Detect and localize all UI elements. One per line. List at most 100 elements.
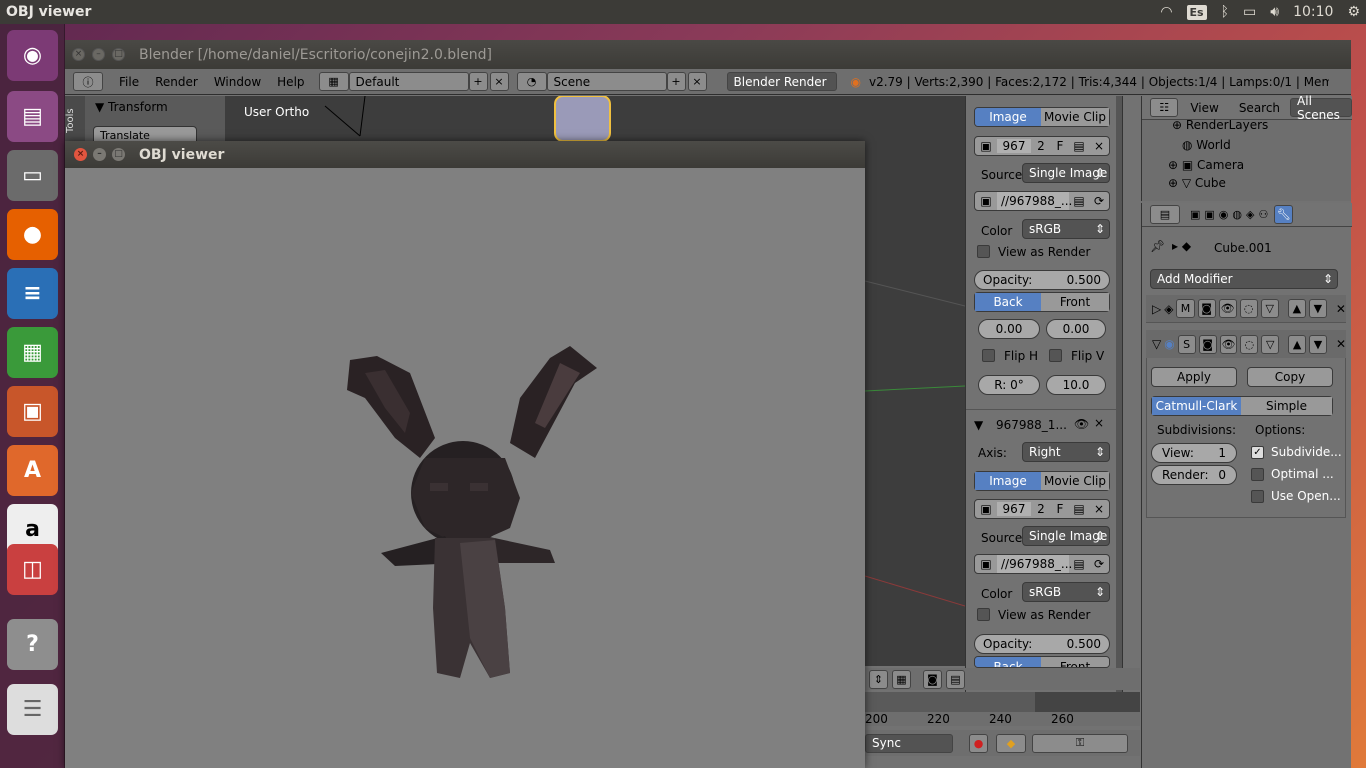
apply-button[interactable]: Apply (1151, 367, 1237, 387)
sync-dropdown[interactable]: Sync (865, 733, 953, 753)
use-opensubdiv-checkbox[interactable] (1251, 490, 1264, 503)
keyboard-layout-indicator[interactable]: Es (1186, 4, 1207, 20)
browse-file-icon[interactable]: ▤ (1069, 194, 1089, 208)
collapse-arrow-icon[interactable]: ▽ (1152, 337, 1161, 351)
remove-image-icon[interactable]: × (1094, 416, 1104, 430)
subdivide-uvs-checkbox[interactable]: ✓ (1251, 446, 1264, 459)
menu-file[interactable]: File (119, 75, 139, 89)
copy-button[interactable]: Copy (1247, 367, 1333, 387)
pin-icon[interactable]: 📌︎ (1150, 239, 1165, 253)
layout-icon[interactable]: ▦ (318, 72, 349, 91)
modifier-2-name[interactable]: S (1177, 334, 1196, 354)
remove-modifier-icon[interactable]: ✕ (1336, 337, 1346, 351)
unlink-image-icon[interactable]: × (1089, 502, 1109, 516)
flip-v-checkbox[interactable] (1049, 349, 1062, 362)
outliner-editor-icon[interactable]: ☷ (1150, 98, 1179, 117)
outliner-item-renderlayers[interactable]: ⊕ RenderLayers (1172, 118, 1268, 132)
tab-tools[interactable]: Tools (65, 96, 85, 146)
image-users-count[interactable]: 2 (1031, 502, 1051, 516)
offset-y-field[interactable]: 0.00 (1046, 319, 1106, 339)
transform-section-header[interactable]: ▼ Transform (95, 100, 168, 114)
settings-gear-icon[interactable]: ⚙ (1347, 4, 1360, 20)
tab-back-1[interactable]: Back (975, 293, 1042, 311)
reload-icon[interactable]: ⟳ (1089, 194, 1109, 208)
optimal-display-checkbox[interactable] (1251, 468, 1264, 481)
editmode-toggle-icon[interactable]: ◌ (1239, 299, 1258, 318)
filepath-field-1[interactable]: //967988_... (997, 192, 1072, 210)
outliner-menu-view[interactable]: View (1190, 101, 1218, 115)
modifier-tab-wrench-icon[interactable]: 🔧︎ (1274, 205, 1294, 224)
minimize-icon[interactable]: – (92, 48, 105, 61)
outliner-item-camera[interactable]: ⊕ ▣ Camera (1168, 158, 1244, 172)
menu-window[interactable]: Window (214, 75, 261, 89)
source-dropdown-2[interactable]: Single Image ⇕ (1022, 526, 1110, 546)
close-icon[interactable]: × (74, 148, 87, 161)
move-up-icon[interactable]: ▲ (1287, 299, 1306, 318)
outliner-item-cube[interactable]: ⊕ ▽ Cube (1168, 176, 1226, 188)
maximize-icon[interactable]: □ (112, 148, 125, 161)
expand-arrow-icon[interactable]: ▷ (1152, 302, 1161, 316)
opacity-slider-1[interactable]: Opacity: 0.500 (974, 270, 1110, 290)
rotation-field[interactable]: R: 0° (978, 375, 1040, 395)
filepath-field-2[interactable]: //967988_... (997, 555, 1072, 573)
color-space-dropdown-2[interactable]: sRGB ⇕ (1022, 582, 1110, 602)
editmode-toggle-icon[interactable]: ◌ (1240, 334, 1259, 354)
clock[interactable]: 10:10 (1293, 4, 1333, 20)
close-icon[interactable]: × (72, 48, 85, 61)
render-toggle-icon[interactable]: ◙ (1197, 299, 1216, 318)
view-as-render-checkbox-1[interactable] (977, 245, 990, 258)
tab-image-1[interactable]: Image (975, 108, 1042, 126)
cage-toggle-icon[interactable]: ▽ (1261, 334, 1280, 354)
add-modifier-dropdown[interactable]: Add Modifier ⇕ (1150, 269, 1338, 289)
fake-user-toggle[interactable]: F (1051, 139, 1069, 153)
render-toggle-icon[interactable]: ◙ (1198, 334, 1217, 354)
image-users-count[interactable]: 2 (1031, 139, 1051, 153)
browse-file-icon[interactable]: ▤ (1069, 557, 1089, 571)
add-layout-icon[interactable]: + (468, 72, 488, 91)
trash-icon[interactable]: ☰ (7, 684, 58, 735)
outliner-item-world[interactable]: ◍ World (1182, 138, 1231, 152)
opacity-slider-2[interactable]: Opacity: 0.500 (974, 634, 1110, 654)
view-levels-field[interactable]: View: 1 (1151, 443, 1237, 463)
record-icon[interactable]: ● (969, 733, 988, 753)
tab-image-2[interactable]: Image (975, 472, 1042, 490)
properties-editor-icon[interactable]: ▤ (1150, 205, 1180, 224)
image-name-field[interactable]: 967 (997, 139, 1031, 153)
color-space-dropdown-1[interactable]: sRGB ⇕ (1022, 219, 1110, 239)
layout-selector[interactable]: Default (348, 72, 469, 91)
tab-movie-clip-2[interactable]: Movie Clip (1041, 472, 1109, 490)
stacked-apps-icon[interactable]: ◫ (7, 544, 58, 595)
move-up-icon[interactable]: ▲ (1288, 334, 1307, 354)
scene-icon[interactable]: ◔ (516, 72, 547, 91)
properties-context-tabs[interactable]: ▣▣◉◍◈⚇ (1190, 208, 1272, 221)
tab-back-2[interactable]: Back (975, 657, 1042, 667)
reload-icon[interactable]: ⟳ (1089, 557, 1109, 571)
tab-simple[interactable]: Simple (1241, 397, 1332, 415)
snap-icon[interactable]: ⇕ (869, 669, 888, 689)
scene-selector[interactable]: Scene (546, 72, 667, 91)
info-editor-icon[interactable]: ⓘ (73, 72, 103, 91)
wifi-icon[interactable]: ◠ (1160, 4, 1172, 20)
help-icon[interactable]: ? (7, 619, 58, 670)
open-image-icon[interactable]: ▤ (1069, 139, 1089, 153)
remove-layout-icon[interactable]: × (489, 72, 509, 91)
outliner-filter-dropdown[interactable]: All Scenes (1290, 94, 1352, 122)
menu-render[interactable]: Render (155, 75, 198, 89)
remove-scene-icon[interactable]: × (687, 72, 707, 91)
ubuntu-dash-icon[interactable]: ◉ (7, 30, 58, 81)
eye-icon[interactable]: 👁︎ (1074, 417, 1089, 431)
impress-icon[interactable]: ▣ (7, 386, 58, 437)
volume-icon[interactable]: 🔊︎ (1270, 4, 1279, 20)
render-engine-selector[interactable]: Blender Render (726, 72, 837, 91)
size-field[interactable]: 10.0 (1046, 375, 1106, 395)
image-browse-icon[interactable]: ▣ (975, 139, 997, 153)
firefox-icon[interactable]: ● (7, 209, 58, 260)
keying-icon[interactable]: ◆ (996, 733, 1026, 753)
writer-icon[interactable]: ≡ (7, 268, 58, 319)
menu-help[interactable]: Help (277, 75, 304, 89)
image-name-field[interactable]: 967 (997, 502, 1031, 516)
source-dropdown-1[interactable]: Single Image ⇕ (1022, 163, 1110, 183)
software-center-icon[interactable]: A (7, 445, 58, 496)
cage-toggle-icon[interactable]: ▽ (1260, 299, 1279, 318)
tab-front-2[interactable]: Front (1041, 657, 1109, 667)
